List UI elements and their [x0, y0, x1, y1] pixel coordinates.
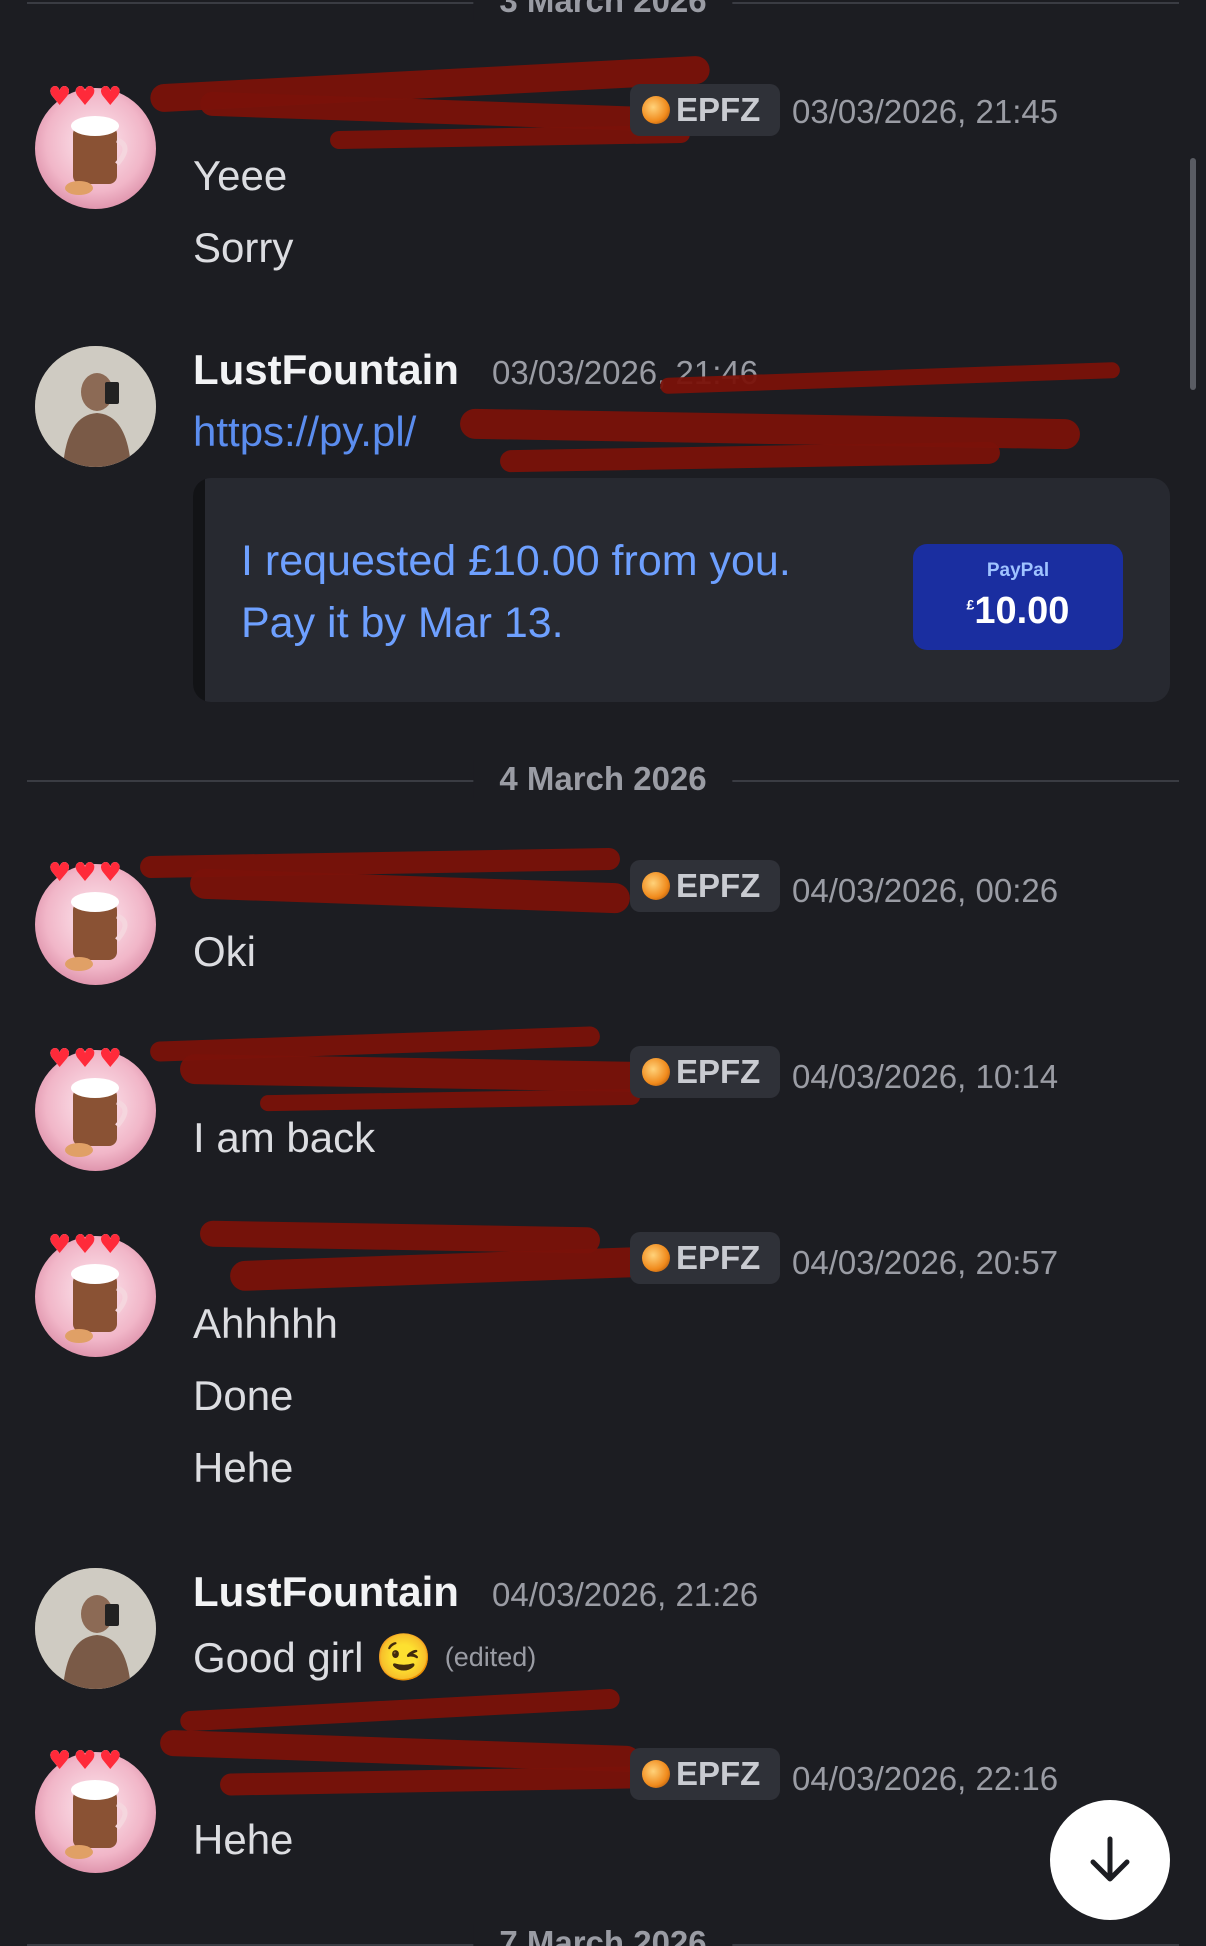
date-divider: 3 March 2026 — [27, 0, 1179, 20]
heart-icon: ♥ — [48, 82, 72, 112]
redaction-scribble — [499, 441, 1001, 473]
timestamp: 03/03/2026, 21:45 — [792, 93, 1059, 130]
heart-icon: ♥ — [48, 1230, 72, 1260]
date-divider-label: 7 March 2026 — [473, 1924, 733, 1946]
server-tag[interactable]: EPFZ — [630, 860, 780, 912]
heart-decoration: ♥ ♥ ♥ — [48, 1748, 122, 1774]
timestamp: 04/03/2026, 21:26 — [492, 1576, 759, 1613]
heart-icon: ♥ — [98, 1044, 122, 1074]
arrow-down-icon — [1090, 1836, 1130, 1882]
embed-accent-bar — [193, 478, 205, 702]
edited-indicator: (edited) — [444, 1642, 537, 1672]
server-tag[interactable]: EPFZ — [630, 84, 780, 136]
date-divider-label: 3 March 2026 — [473, 0, 733, 20]
message-text: Hehe — [193, 1816, 294, 1863]
amount-value: 10.00 — [974, 590, 1070, 632]
heart-icon: ♥ — [98, 1230, 122, 1260]
redaction-scribble — [229, 1246, 651, 1292]
heart-icon: ♥ — [98, 1746, 122, 1776]
heart-icon: ♥ — [73, 1044, 97, 1074]
heart-icon: ♥ — [48, 1044, 72, 1074]
redaction-scribble — [219, 1766, 641, 1796]
date-divider: 4 March 2026 — [27, 760, 1179, 798]
server-tag[interactable]: EPFZ — [630, 1748, 780, 1800]
heart-icon: ♥ — [98, 858, 122, 888]
heart-icon: ♥ — [73, 1230, 97, 1260]
moon-badge-icon — [642, 1058, 670, 1086]
heart-decoration: ♥ ♥ ♥ — [48, 860, 122, 886]
redaction-scribble — [259, 1088, 641, 1112]
redaction-scribble — [159, 1729, 641, 1773]
embed-description: I requested £10.00 from you. Pay it by M… — [241, 530, 791, 654]
heart-icon: ♥ — [48, 858, 72, 888]
paypal-logo: PayPal — [986, 560, 1050, 581]
embed-line: I requested £10.00 from you. — [241, 537, 791, 585]
message-text: Sorry — [193, 224, 294, 271]
heart-icon: ♥ — [98, 82, 122, 112]
server-tag-label: EPFZ — [676, 1053, 761, 1090]
timestamp: 04/03/2026, 10:14 — [792, 1058, 1059, 1095]
redaction-scribble — [189, 868, 631, 914]
message-text: Done — [193, 1372, 294, 1419]
heart-icon: ♥ — [73, 858, 97, 888]
moon-badge-icon — [642, 1760, 670, 1788]
mirror-selfie-avatar — [35, 1568, 156, 1689]
wink-emoji-icon: 😉 — [375, 1631, 433, 1683]
message-text: I am back — [193, 1114, 376, 1161]
server-tag-label: EPFZ — [676, 1755, 761, 1792]
paypal-amount: £10.00 — [913, 590, 1123, 633]
server-tag[interactable]: EPFZ — [630, 1046, 780, 1098]
scrollbar-thumb[interactable] — [1190, 158, 1196, 390]
heart-icon: ♥ — [73, 1746, 97, 1776]
username[interactable]: LustFountain — [193, 346, 459, 394]
message-link[interactable]: https://py.pl/ — [193, 408, 416, 456]
heart-decoration: ♥ ♥ ♥ — [48, 1046, 122, 1072]
message-text: Good girl — [193, 1633, 364, 1681]
chat-view: 3 March 2026 ♥ ♥ ♥ EPFZ 03/03/2026, 21:45 … — [0, 0, 1206, 1946]
embed-line: Pay it by Mar 13. — [241, 599, 564, 647]
heart-decoration: ♥ ♥ ♥ — [48, 1232, 122, 1258]
avatar[interactable] — [35, 1568, 156, 1689]
heart-icon: ♥ — [48, 1746, 72, 1776]
timestamp: 04/03/2026, 20:57 — [792, 1244, 1059, 1281]
username[interactable]: LustFountain — [193, 1568, 459, 1616]
server-tag[interactable]: EPFZ — [630, 1232, 780, 1284]
redaction-scribble — [179, 1688, 621, 1732]
message-text: Ahhhhh — [193, 1300, 338, 1347]
message-text: Oki — [193, 928, 256, 975]
message-text: Hehe — [193, 1444, 294, 1491]
message-text: Yeee — [193, 152, 288, 199]
jump-to-latest-button[interactable] — [1050, 1800, 1170, 1920]
paypal-embed[interactable]: I requested £10.00 from you. Pay it by M… — [193, 478, 1170, 702]
server-tag-label: EPFZ — [676, 91, 761, 128]
moon-badge-icon — [642, 1244, 670, 1272]
message-content: Good girl 😉 (edited) — [193, 1630, 536, 1685]
heart-decoration: ♥ ♥ ♥ — [48, 84, 122, 110]
redaction-scribble — [199, 1220, 601, 1254]
moon-badge-icon — [642, 872, 670, 900]
mirror-selfie-avatar — [35, 346, 156, 467]
heart-icon: ♥ — [73, 82, 97, 112]
timestamp: 04/03/2026, 22:16 — [792, 1760, 1059, 1797]
date-divider-label: 4 March 2026 — [473, 760, 733, 798]
paypal-pay-button[interactable]: PayPal £10.00 — [913, 544, 1123, 650]
moon-badge-icon — [642, 96, 670, 124]
redaction-scribble — [179, 1053, 651, 1093]
timestamp: 04/03/2026, 00:26 — [792, 872, 1059, 909]
avatar[interactable] — [35, 346, 156, 467]
server-tag-label: EPFZ — [676, 867, 761, 904]
server-tag-label: EPFZ — [676, 1239, 761, 1276]
